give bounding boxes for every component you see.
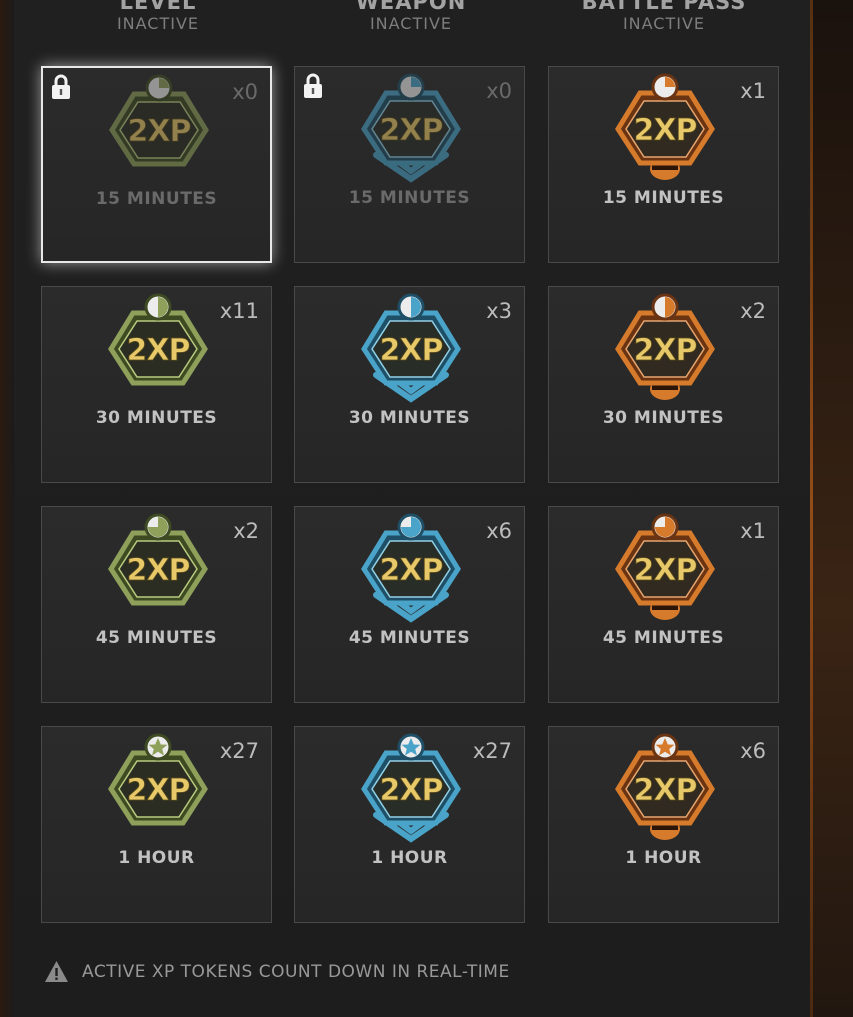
xp-token-card[interactable]: 2XP x1 45 MINUTES bbox=[548, 506, 779, 703]
medal-label: 2XP bbox=[380, 773, 443, 808]
xp-token-medal-icon: 2XP bbox=[615, 293, 715, 400]
token-duration: 30 MINUTES bbox=[348, 408, 471, 428]
column-title: BATTLE PASS bbox=[581, 0, 747, 14]
medal-label: 2XP bbox=[127, 773, 190, 808]
medal-label: 2XP bbox=[634, 113, 697, 148]
xp-token-card[interactable]: 2XP x2 30 MINUTES bbox=[548, 286, 779, 483]
xp-token-card[interactable]: 2XP x27 1 HOUR bbox=[41, 726, 272, 923]
medal-label: 2XP bbox=[127, 553, 190, 588]
medal-label: 2XP bbox=[380, 333, 443, 368]
xp-token-card[interactable]: 2XP x6 45 MINUTES bbox=[294, 506, 525, 703]
xp-token-card[interactable]: 2XP x2 45 MINUTES bbox=[41, 506, 272, 703]
token-duration: 15 MINUTES bbox=[95, 189, 218, 209]
token-duration: 45 MINUTES bbox=[348, 628, 471, 648]
token-duration: 15 MINUTES bbox=[602, 188, 725, 208]
medal-label: 2XP bbox=[380, 553, 443, 588]
token-count: x27 bbox=[219, 739, 259, 763]
lock-icon bbox=[52, 74, 70, 99]
xp-token-medal-icon: 2XP bbox=[108, 733, 208, 826]
xp-token-medal-icon: 2XP bbox=[361, 293, 461, 403]
token-duration: 30 MINUTES bbox=[95, 408, 218, 428]
token-count: x2 bbox=[233, 519, 259, 543]
token-duration: 45 MINUTES bbox=[95, 628, 218, 648]
xp-token-card[interactable]: 2XP x1 15 MINUTES bbox=[548, 66, 779, 263]
token-duration: 45 MINUTES bbox=[602, 628, 725, 648]
medal-label: 2XP bbox=[634, 773, 697, 808]
xp-token-card[interactable]: 2XP x0 15 MINUTES bbox=[41, 66, 272, 263]
xp-token-card[interactable]: 2XP x0 15 MINUTES bbox=[294, 66, 525, 263]
column-title: LEVEL bbox=[119, 0, 197, 14]
token-duration: 1 HOUR bbox=[625, 848, 702, 868]
token-count: x2 bbox=[740, 299, 766, 323]
medal-label: 2XP bbox=[634, 333, 697, 368]
medal-label: 2XP bbox=[127, 333, 190, 368]
left-backdrop bbox=[0, 0, 14, 1017]
xp-token-medal-icon: 2XP bbox=[361, 513, 461, 623]
column-status: INACTIVE bbox=[116, 14, 200, 33]
token-count: x0 bbox=[232, 80, 258, 104]
right-backdrop bbox=[810, 0, 853, 1017]
xp-token-medal-icon: 2XP bbox=[615, 513, 715, 620]
column-header-battle-pass: BATTLE PASS INACTIVE bbox=[546, 0, 782, 34]
token-count: x1 bbox=[740, 519, 766, 543]
token-duration: 1 HOUR bbox=[118, 848, 195, 868]
token-duration: 30 MINUTES bbox=[602, 408, 725, 428]
token-count: x27 bbox=[472, 739, 512, 763]
token-count: x6 bbox=[486, 519, 512, 543]
xp-token-card[interactable]: 2XP x6 1 HOUR bbox=[548, 726, 779, 923]
xp-token-medal-icon: 2XP bbox=[108, 293, 208, 386]
xp-token-medal-icon: 2XP bbox=[615, 733, 715, 840]
xp-tokens-panel: LEVEL INACTIVE WEAPON INACTIVE BATTLE PA… bbox=[14, 0, 810, 1017]
xp-token-medal-icon: 2XP bbox=[361, 73, 461, 183]
xp-token-card[interactable]: 2XP x11 30 MINUTES bbox=[41, 286, 272, 483]
xp-token-medal-icon: 2XP bbox=[108, 513, 208, 606]
token-count: x6 bbox=[740, 739, 766, 763]
column-header-level: LEVEL INACTIVE bbox=[40, 0, 276, 34]
token-duration: 15 MINUTES bbox=[348, 188, 471, 208]
column-status: INACTIVE bbox=[369, 14, 453, 33]
token-count: x3 bbox=[486, 299, 512, 323]
xp-token-card[interactable]: 2XP x27 1 HOUR bbox=[294, 726, 525, 923]
xp-token-medal-icon: 2XP bbox=[361, 733, 461, 843]
xp-token-medal-icon: 2XP bbox=[615, 73, 715, 180]
token-count: x0 bbox=[486, 79, 512, 103]
column-header-weapon: WEAPON INACTIVE bbox=[293, 0, 529, 34]
column-title: WEAPON bbox=[355, 0, 467, 14]
medal-label: 2XP bbox=[128, 114, 191, 149]
lock-icon bbox=[304, 73, 322, 98]
column-status: INACTIVE bbox=[622, 14, 706, 33]
warning-icon bbox=[45, 961, 68, 982]
medal-label: 2XP bbox=[634, 553, 697, 588]
token-duration: 1 HOUR bbox=[371, 848, 448, 868]
footer-text: ACTIVE XP TOKENS COUNT DOWN IN REAL-TIME bbox=[82, 962, 510, 982]
medal-label: 2XP bbox=[380, 113, 443, 148]
xp-token-card[interactable]: 2XP x3 30 MINUTES bbox=[294, 286, 525, 483]
xp-token-medal-icon: 2XP bbox=[109, 74, 209, 167]
token-count: x11 bbox=[219, 299, 259, 323]
token-count: x1 bbox=[740, 79, 766, 103]
